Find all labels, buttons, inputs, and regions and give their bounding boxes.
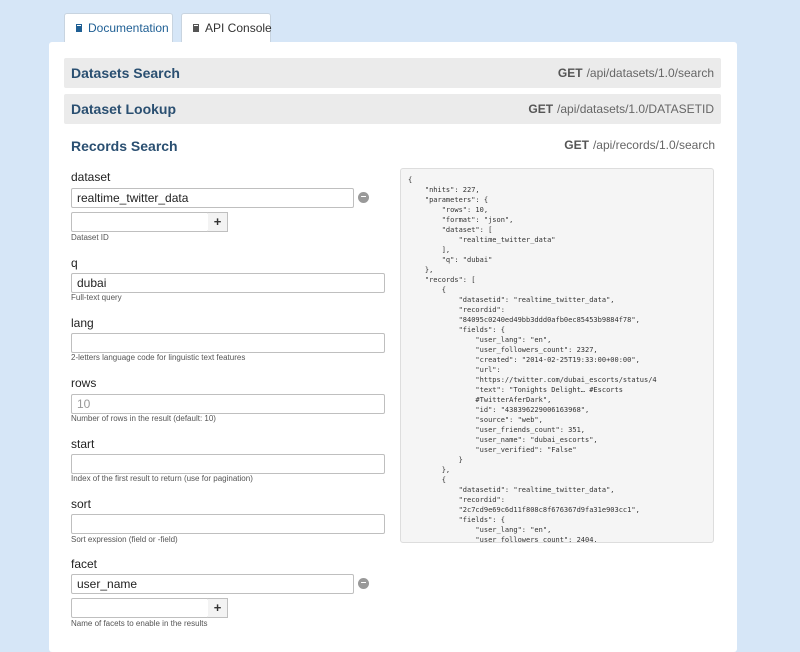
json-line: },: [408, 466, 451, 474]
json-response: { "nhits": 227, "parameters": { "rows": …: [401, 169, 713, 543]
json-line: },: [408, 266, 434, 274]
rows-help: Number of rows in the result (default: 1…: [71, 414, 216, 423]
dataset-label: dataset: [71, 170, 111, 184]
rows-input[interactable]: 10: [71, 394, 385, 414]
json-line: "user_followers_count": 2404,: [408, 536, 598, 543]
section-datasets-search[interactable]: Datasets Search GET/api/datasets/1.0/sea…: [64, 58, 721, 88]
tab-documentation[interactable]: Documentation: [64, 13, 173, 42]
json-line: ],: [408, 246, 451, 254]
api-console-panel: Datasets Search GET/api/datasets/1.0/sea…: [49, 42, 737, 652]
json-line: "user_lang": "en",: [408, 526, 552, 534]
endpoint-path: /api/datasets/1.0/DATASETID: [557, 102, 714, 116]
dataset-input[interactable]: realtime_twitter_data: [71, 188, 354, 208]
json-line: "datasetid": "realtime_twitter_data",: [408, 486, 615, 494]
json-line: "source": "web",: [408, 416, 543, 424]
book-icon: [193, 24, 199, 32]
lang-help: 2-letters language code for linguistic t…: [71, 353, 246, 362]
tab-api-console-label: API Console: [205, 21, 272, 35]
q-input[interactable]: dubai: [71, 273, 385, 293]
json-line: "user_lang": "en",: [408, 336, 552, 344]
remove-dataset-button[interactable]: –: [358, 192, 369, 203]
add-dataset-button[interactable]: +: [208, 212, 228, 232]
json-line: "user_name": "dubai_escorts",: [408, 436, 598, 444]
json-line: "text": "Tonights Delight… #Escorts: [408, 386, 623, 394]
json-line: }: [408, 456, 463, 464]
json-line: "realtime_twitter_data": [408, 236, 556, 244]
json-line: {: [408, 476, 446, 484]
facet-label: facet: [71, 557, 98, 571]
json-line: "user_friends_count": 351,: [408, 426, 586, 434]
json-line: {: [408, 176, 413, 184]
add-facet-input[interactable]: [71, 598, 209, 618]
q-label: q: [71, 256, 78, 270]
tab-api-console[interactable]: API Console: [181, 13, 272, 42]
lang-label: lang: [71, 316, 94, 330]
json-line: "created": "2014-02-25T19:33:00+00:00",: [408, 356, 640, 364]
remove-facet-button[interactable]: –: [358, 578, 369, 589]
add-facet-button[interactable]: +: [208, 598, 228, 618]
json-line: "records": [: [408, 276, 476, 284]
q-help: Full-text query: [71, 293, 122, 302]
book-icon: [76, 24, 82, 32]
section-title: Datasets Search: [71, 65, 180, 81]
add-dataset-input[interactable]: [71, 212, 209, 232]
json-line: "datasetid": "realtime_twitter_data",: [408, 296, 615, 304]
sort-input[interactable]: [71, 514, 385, 534]
json-line: "format": "json",: [408, 216, 514, 224]
json-line: "recordid":: [408, 496, 505, 504]
start-input[interactable]: [71, 454, 385, 474]
http-method: GET: [528, 102, 554, 116]
json-line: "rows": 10,: [408, 206, 489, 214]
json-response-panel[interactable]: { "nhits": 227, "parameters": { "rows": …: [400, 168, 714, 543]
json-line: {: [408, 286, 446, 294]
json-line: "parameters": {: [408, 196, 489, 204]
json-line: "fields": {: [408, 326, 505, 334]
json-line: "q": "dubai": [408, 256, 493, 264]
endpoint-path: /api/records/1.0/search: [592, 138, 715, 152]
section-endpoint: GET/api/datasets/1.0/DATASETID: [528, 102, 714, 116]
records-search-endpoint: GET/api/records/1.0/search: [564, 138, 715, 152]
json-line: "user_verified": "False": [408, 446, 577, 454]
json-line: "https://twitter.com/dubai_escorts/statu…: [408, 376, 657, 384]
rows-label: rows: [71, 376, 97, 390]
endpoint-path: /api/datasets/1.0/search: [586, 66, 714, 80]
http-method: GET: [564, 138, 589, 152]
section-dataset-lookup[interactable]: Dataset Lookup GET/api/datasets/1.0/DATA…: [64, 94, 721, 124]
sort-label: sort: [71, 497, 92, 511]
json-line: "2c7cd9e69c6d11f808c8f676367d9fa31e903cc…: [408, 506, 640, 514]
start-help: Index of the first result to return (use…: [71, 474, 253, 483]
dataset-help: Dataset ID: [71, 233, 109, 242]
json-line: "fields": {: [408, 516, 505, 524]
tab-documentation-label: Documentation: [88, 21, 169, 35]
json-line: "nhits": 227,: [408, 186, 480, 194]
json-line: "user_followers_count": 2327,: [408, 346, 598, 354]
facet-help: Name of facets to enable in the results: [71, 619, 208, 628]
json-line: #TwitterAferDark",: [408, 396, 552, 404]
json-line: "recordid":: [408, 306, 505, 314]
lang-input[interactable]: [71, 333, 385, 353]
records-search-title[interactable]: Records Search: [71, 138, 178, 154]
start-label: start: [71, 437, 95, 451]
http-method: GET: [557, 66, 583, 80]
json-line: "id": "438396229006163968",: [408, 406, 590, 414]
section-endpoint: GET/api/datasets/1.0/search: [558, 66, 714, 80]
sort-help: Sort expression (field or -field): [71, 535, 178, 544]
facet-input[interactable]: user_name: [71, 574, 354, 594]
json-line: "84095c0240ed49bb3ddd0afb0ec85453b9884f7…: [408, 316, 640, 324]
section-title: Dataset Lookup: [71, 101, 177, 117]
json-line: "dataset": [: [408, 226, 493, 234]
json-line: "url":: [408, 366, 501, 374]
